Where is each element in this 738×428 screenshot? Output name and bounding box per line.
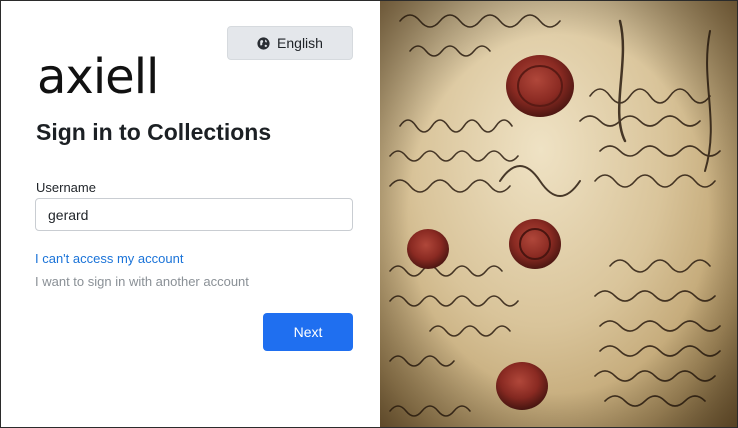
globe-icon	[257, 36, 270, 50]
axiell-logo: axiell	[37, 49, 159, 105]
manuscript-illustration	[380, 1, 737, 427]
sign-in-another-account-link[interactable]: I want to sign in with another account	[35, 274, 249, 289]
cant-access-account-link[interactable]: I can't access my account	[35, 251, 183, 266]
manuscript-background-image	[380, 1, 737, 427]
username-label: Username	[36, 180, 96, 195]
page-title: Sign in to Collections	[36, 119, 272, 145]
sign-in-window: English axiell Sign in to Collections Us…	[0, 0, 738, 428]
language-label: English	[277, 35, 323, 51]
language-button[interactable]: English	[227, 26, 353, 60]
sign-in-panel: English axiell Sign in to Collections Us…	[1, 1, 380, 427]
next-button[interactable]: Next	[263, 313, 353, 351]
username-input[interactable]	[35, 198, 353, 231]
